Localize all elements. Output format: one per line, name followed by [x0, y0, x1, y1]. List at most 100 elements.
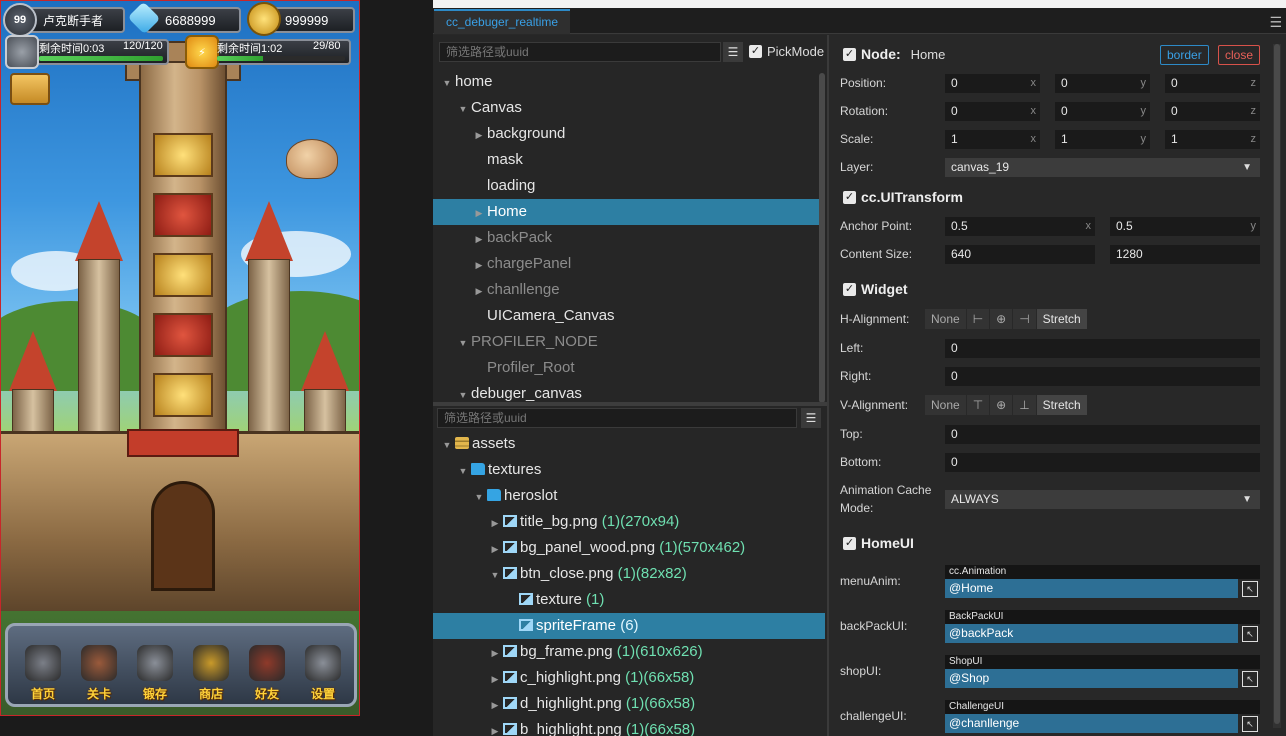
content-width-field[interactable]: 640	[945, 245, 1095, 264]
pickmode-toggle[interactable]: ✓ PickMode	[749, 44, 824, 59]
pickmode-checkbox-icon[interactable]: ✓	[749, 45, 762, 58]
top-field[interactable]: 0	[945, 425, 1260, 444]
locate-node-icon[interactable]: ↖	[1242, 581, 1258, 597]
hierarchy-node[interactable]: ▶ backPack	[433, 225, 825, 251]
anchor-y-field[interactable]: 0.5 y	[1110, 217, 1260, 236]
position-z-field[interactable]: 0z	[1165, 74, 1260, 93]
locate-node-icon[interactable]: ↖	[1242, 626, 1258, 642]
expand-arrow-right-icon[interactable]: ▶	[487, 718, 503, 736]
expand-arrow-right-icon[interactable]: ▶	[471, 122, 487, 148]
scale-y-field[interactable]: 1y	[1055, 130, 1150, 149]
expand-arrow-right-icon[interactable]: ▶	[487, 510, 503, 536]
bottom-field[interactable]: 0	[945, 453, 1260, 472]
asset-node[interactable]: ▶ c_highlight.png (1)(66x58)	[433, 665, 825, 691]
inspector-scrollbar-thumb[interactable]	[1274, 44, 1280, 724]
asset-node[interactable]: ▼ btn_close.png (1)(82x82)	[433, 561, 825, 587]
expand-arrow-down-icon[interactable]: ▼	[455, 458, 471, 484]
asset-node[interactable]: texture (1)	[433, 587, 825, 613]
mail-icon[interactable]	[10, 73, 50, 105]
assets-filter-options-icon[interactable]: ☰	[801, 408, 821, 428]
hierarchy-node[interactable]: ▶ chargePanel	[433, 251, 825, 277]
homeui-checkbox-icon[interactable]: ✓	[843, 536, 856, 550]
hierarchy-filter-input[interactable]: 筛选路径或uuid	[439, 42, 721, 62]
hierarchy-node[interactable]: ▶ background	[433, 121, 825, 147]
anim-cache-select[interactable]: ALWAYS ▼	[945, 490, 1260, 509]
content-height-field[interactable]: 1280	[1110, 245, 1260, 264]
scale-z-field[interactable]: 1z	[1165, 130, 1260, 149]
panel-menu-icon[interactable]: ☰	[1269, 14, 1282, 31]
v-align-none-button[interactable]: None	[925, 395, 967, 415]
expand-arrow-down-icon[interactable]: ▼	[439, 432, 455, 458]
expand-arrow-right-icon[interactable]: ▶	[487, 640, 503, 666]
hierarchy-node[interactable]: ▶ chanllenge	[433, 277, 825, 303]
game-menu-item[interactable]: 商店	[186, 634, 236, 702]
inspector-scrollbar[interactable]	[1273, 44, 1281, 728]
asset-node[interactable]: ▼ heroslot	[433, 483, 825, 509]
expand-arrow-right-icon[interactable]: ▶	[487, 692, 503, 718]
close-button[interactable]: close	[1218, 45, 1261, 65]
tab-debugger[interactable]: cc_debuger_realtime	[434, 9, 571, 34]
asset-node[interactable]: spriteFrame (6)	[433, 613, 825, 639]
h-align-stretch-button[interactable]: Stretch	[1036, 309, 1088, 329]
game-menu-item[interactable]: 锻存	[130, 634, 180, 702]
expand-arrow-down-icon[interactable]: ▼	[439, 70, 455, 96]
reference-field[interactable]: BackPackUI @backPack ↖	[945, 610, 1260, 644]
game-menu-item[interactable]: 关卡	[74, 634, 124, 702]
game-menu-item[interactable]: 首页	[18, 634, 68, 702]
expand-arrow-right-icon[interactable]: ▶	[471, 252, 487, 278]
expand-arrow-down-icon[interactable]: ▼	[471, 484, 487, 510]
widget-section-title[interactable]: ✓ Widget	[843, 281, 908, 297]
uitransform-section-title[interactable]: ✓ cc.UITransform	[843, 189, 963, 205]
asset-node[interactable]: ▶ b_highlight.png (1)(66x58)	[433, 717, 825, 736]
game-menu-item[interactable]: 好友	[242, 634, 292, 702]
rotation-z-field[interactable]: 0z	[1165, 102, 1260, 121]
reference-value[interactable]: @Home	[945, 579, 1238, 598]
reference-value[interactable]: @backPack	[945, 624, 1238, 643]
node-section-title[interactable]: ✓ Node: Home	[843, 46, 945, 62]
assets-filter-input[interactable]: 筛选路径或uuid	[437, 408, 797, 428]
castle-gate[interactable]	[151, 481, 215, 591]
border-button[interactable]: border	[1160, 45, 1209, 65]
hierarchy-scrollbar[interactable]	[819, 73, 825, 403]
uitransform-checkbox-icon[interactable]: ✓	[843, 190, 856, 204]
align-bottom-icon[interactable]: ⊥	[1013, 395, 1037, 415]
asset-node[interactable]: ▶ title_bg.png (1)(270x94)	[433, 509, 825, 535]
layer-select[interactable]: canvas_19 ▼	[945, 158, 1260, 177]
rotation-y-field[interactable]: 0y	[1055, 102, 1150, 121]
hierarchy-node[interactable]: ▶ Home	[433, 199, 825, 225]
right-field[interactable]: 0	[945, 367, 1260, 386]
left-field[interactable]: 0	[945, 339, 1260, 358]
position-x-field[interactable]: 0x	[945, 74, 1040, 93]
expand-arrow-down-icon[interactable]: ▼	[455, 330, 471, 356]
reference-field[interactable]: ChallengeUI @chanllenge ↖	[945, 700, 1260, 734]
align-left-icon[interactable]: ⊢	[967, 309, 991, 329]
hierarchy-filter-options-icon[interactable]: ☰	[723, 42, 743, 62]
node-active-checkbox-icon[interactable]: ✓	[843, 47, 856, 61]
locate-node-icon[interactable]: ↖	[1242, 671, 1258, 687]
anchor-x-field[interactable]: 0.5 x	[945, 217, 1095, 236]
widget-checkbox-icon[interactable]: ✓	[843, 282, 856, 296]
pane-splitter[interactable]	[433, 402, 827, 406]
hierarchy-node[interactable]: ▼ home	[433, 69, 825, 95]
game-view[interactable]: 卢克断手者 99 6688999 999999 剩余时间0:03 120/120…	[0, 0, 360, 716]
asset-node[interactable]: ▶ bg_frame.png (1)(610x626)	[433, 639, 825, 665]
hierarchy-node[interactable]: UICamera_Canvas	[433, 303, 825, 329]
locate-node-icon[interactable]: ↖	[1242, 716, 1258, 732]
hierarchy-node[interactable]: mask	[433, 147, 825, 173]
expand-arrow-down-icon[interactable]: ▼	[455, 96, 471, 122]
asset-node[interactable]: ▶ bg_panel_wood.png (1)(570x462)	[433, 535, 825, 561]
hierarchy-node[interactable]: ▼ Canvas	[433, 95, 825, 121]
hierarchy-node[interactable]: loading	[433, 173, 825, 199]
align-middle-icon[interactable]: ⊕	[990, 395, 1014, 415]
scale-x-field[interactable]: 1x	[945, 130, 1040, 149]
reference-field[interactable]: ShopUI @Shop ↖	[945, 655, 1260, 689]
align-top-icon[interactable]: ⊤	[967, 395, 991, 415]
hierarchy-node[interactable]: ▼ PROFILER_NODE	[433, 329, 825, 355]
expand-arrow-right-icon[interactable]: ▶	[471, 200, 487, 226]
reference-value[interactable]: @Shop	[945, 669, 1238, 688]
hierarchy-node[interactable]: Profiler_Root	[433, 355, 825, 381]
asset-node[interactable]: ▼ textures	[433, 457, 825, 483]
diamond-panel[interactable]: 6688999	[145, 7, 241, 33]
expand-arrow-right-icon[interactable]: ▶	[471, 278, 487, 304]
homeui-section-title[interactable]: ✓ HomeUI	[843, 535, 914, 551]
